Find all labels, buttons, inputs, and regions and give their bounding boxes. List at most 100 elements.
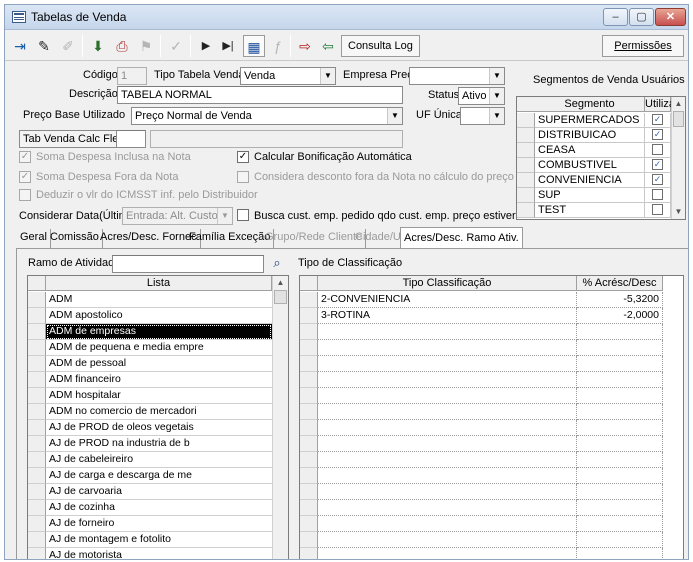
utiliza-checkbox[interactable] bbox=[652, 204, 663, 215]
tipo-classificacao-column-header[interactable]: Tipo Classificação bbox=[318, 276, 577, 291]
utiliza-checkbox[interactable] bbox=[652, 189, 663, 200]
ramo-scrollbar[interactable]: ▲ bbox=[272, 276, 288, 559]
segmentos-scrollbar[interactable]: ▲ ▼ bbox=[671, 97, 685, 219]
tipo-classificacao-cell[interactable] bbox=[318, 484, 577, 500]
row-indicator[interactable] bbox=[300, 500, 318, 516]
row-indicator[interactable] bbox=[300, 356, 318, 372]
row-indicator[interactable] bbox=[300, 292, 318, 308]
tipo-classificacao-cell[interactable] bbox=[318, 436, 577, 452]
row-indicator[interactable] bbox=[300, 516, 318, 532]
acresc-desc-cell[interactable] bbox=[577, 372, 663, 388]
utiliza-checkbox[interactable]: ✓ bbox=[652, 159, 663, 170]
ramo-list-item[interactable]: AJ de PROD de oleos vegetais bbox=[46, 420, 272, 436]
ramo-list-item[interactable]: ADM financeiro bbox=[46, 372, 272, 388]
chevron-down-icon[interactable]: ▼ bbox=[489, 108, 504, 124]
segmento-cell[interactable]: COMBUSTIVEL bbox=[535, 158, 645, 173]
last-record-icon[interactable]: ▶| bbox=[217, 35, 239, 57]
row-indicator[interactable] bbox=[28, 532, 46, 548]
row-indicator[interactable] bbox=[28, 420, 46, 436]
considera-desconto-checkbox[interactable] bbox=[237, 171, 249, 183]
segmento-cell[interactable]: SUP bbox=[535, 188, 645, 203]
row-indicator[interactable] bbox=[28, 484, 46, 500]
soma-despesa-inclusa-checkbox[interactable]: ✓ bbox=[19, 151, 31, 163]
status-select[interactable]: Ativo ▼ bbox=[458, 87, 505, 105]
acresc-desc-cell[interactable] bbox=[577, 468, 663, 484]
ramo-atividade-search-input[interactable] bbox=[112, 255, 264, 273]
ramo-list-item[interactable]: ADM no comercio de mercadori bbox=[46, 404, 272, 420]
utiliza-checkbox[interactable]: ✓ bbox=[652, 114, 663, 125]
row-indicator[interactable] bbox=[28, 468, 46, 484]
acresc-desc-cell[interactable] bbox=[577, 340, 663, 356]
ramo-list-item[interactable]: AJ de carga e descarga de me bbox=[46, 468, 272, 484]
ramo-list-item[interactable]: ADM hospitalar bbox=[46, 388, 272, 404]
acresc-desc-cell[interactable] bbox=[577, 388, 663, 404]
acresc-desc-column-header[interactable]: % Acrésc/Desc bbox=[577, 276, 663, 291]
tipo-classificacao-cell[interactable] bbox=[318, 324, 577, 340]
row-indicator[interactable] bbox=[300, 484, 318, 500]
row-indicator[interactable] bbox=[300, 420, 318, 436]
tipo-classificacao-cell[interactable] bbox=[318, 516, 577, 532]
ramo-list-item[interactable]: ADM apostolico bbox=[46, 308, 272, 324]
descricao-field[interactable]: TABELA NORMAL bbox=[117, 86, 403, 104]
tab-grupo-rede-cliente[interactable]: Grupo/Rede Cliente bbox=[262, 229, 367, 248]
ramo-list-item[interactable]: AJ de PROD na industria de b bbox=[46, 436, 272, 452]
tipo-classificacao-cell[interactable] bbox=[318, 404, 577, 420]
ramo-list-item[interactable]: AJ de cozinha bbox=[46, 500, 272, 516]
tipo-classificacao-cell[interactable] bbox=[318, 548, 577, 559]
chevron-down-icon[interactable]: ▼ bbox=[489, 68, 504, 84]
acresc-desc-cell[interactable] bbox=[577, 324, 663, 340]
acresc-desc-cell[interactable] bbox=[577, 484, 663, 500]
utiliza-checkbox[interactable]: ✓ bbox=[652, 129, 663, 140]
row-indicator[interactable] bbox=[28, 388, 46, 404]
permissoes-button[interactable]: Permissões bbox=[602, 35, 684, 57]
acresc-desc-cell[interactable]: -2,0000 bbox=[577, 308, 663, 324]
row-indicator[interactable] bbox=[300, 324, 318, 340]
chevron-down-icon[interactable]: ▼ bbox=[489, 88, 504, 104]
tab-venda-calc-flex-button[interactable]: Tab Venda Calc Flex bbox=[19, 130, 128, 148]
utiliza-column-header[interactable]: Utiliza bbox=[645, 97, 675, 112]
acresc-desc-cell[interactable] bbox=[577, 404, 663, 420]
scroll-thumb[interactable] bbox=[274, 290, 287, 304]
row-indicator[interactable] bbox=[300, 532, 318, 548]
soma-despesa-fora-checkbox[interactable]: ✓ bbox=[19, 171, 31, 183]
consulta-log-button[interactable]: Consulta Log bbox=[341, 35, 420, 57]
tipo-classificacao-cell[interactable]: 3-ROTINA bbox=[318, 308, 577, 324]
acresc-desc-cell[interactable] bbox=[577, 420, 663, 436]
segmento-cell[interactable]: CEASA bbox=[535, 143, 645, 158]
maximize-button[interactable]: ▢ bbox=[629, 8, 654, 26]
tipo-classificacao-cell[interactable] bbox=[318, 356, 577, 372]
row-indicator[interactable] bbox=[300, 308, 318, 324]
tab-acres-desc-ramo-ativ[interactable]: Acres/Desc. Ramo Ativ. bbox=[400, 227, 523, 249]
segmento-cell[interactable]: DISTRIBUICAO bbox=[535, 128, 645, 143]
row-indicator[interactable] bbox=[28, 372, 46, 388]
acresc-desc-cell[interactable] bbox=[577, 516, 663, 532]
row-indicator[interactable] bbox=[300, 404, 318, 420]
scroll-down-icon[interactable]: ▼ bbox=[672, 205, 685, 219]
print-icon[interactable]: ⎙ bbox=[111, 35, 133, 57]
ramo-list-item[interactable]: AJ de forneiro bbox=[46, 516, 272, 532]
acresc-desc-cell[interactable] bbox=[577, 356, 663, 372]
row-indicator[interactable] bbox=[300, 340, 318, 356]
uf-unica-select[interactable]: ▼ bbox=[460, 107, 505, 125]
row-indicator[interactable] bbox=[300, 548, 318, 559]
acresc-desc-cell[interactable] bbox=[577, 452, 663, 468]
ramo-list-item[interactable]: ADM bbox=[46, 292, 272, 308]
tipo-classificacao-cell[interactable] bbox=[318, 532, 577, 548]
tipo-tabela-select[interactable]: Venda ▼ bbox=[240, 67, 336, 85]
row-indicator[interactable] bbox=[28, 324, 46, 340]
edit-pencil-icon[interactable]: ✎ bbox=[33, 35, 55, 57]
row-indicator[interactable] bbox=[517, 128, 535, 143]
row-indicator[interactable] bbox=[28, 452, 46, 468]
row-indicator[interactable] bbox=[28, 500, 46, 516]
tipo-classificacao-cell[interactable] bbox=[318, 468, 577, 484]
tipo-classificacao-cell[interactable] bbox=[318, 452, 577, 468]
row-indicator[interactable] bbox=[300, 436, 318, 452]
lista-column-header[interactable]: Lista bbox=[46, 276, 272, 291]
tipo-classificacao-cell[interactable] bbox=[318, 500, 577, 516]
acresc-desc-cell[interactable] bbox=[577, 532, 663, 548]
minimize-button[interactable]: – bbox=[603, 8, 628, 26]
tab-geral[interactable]: Geral bbox=[17, 229, 51, 248]
ramo-list-item[interactable]: AJ de motorista bbox=[46, 548, 272, 559]
acresc-desc-cell[interactable] bbox=[577, 548, 663, 559]
tipo-classificacao-cell[interactable] bbox=[318, 420, 577, 436]
